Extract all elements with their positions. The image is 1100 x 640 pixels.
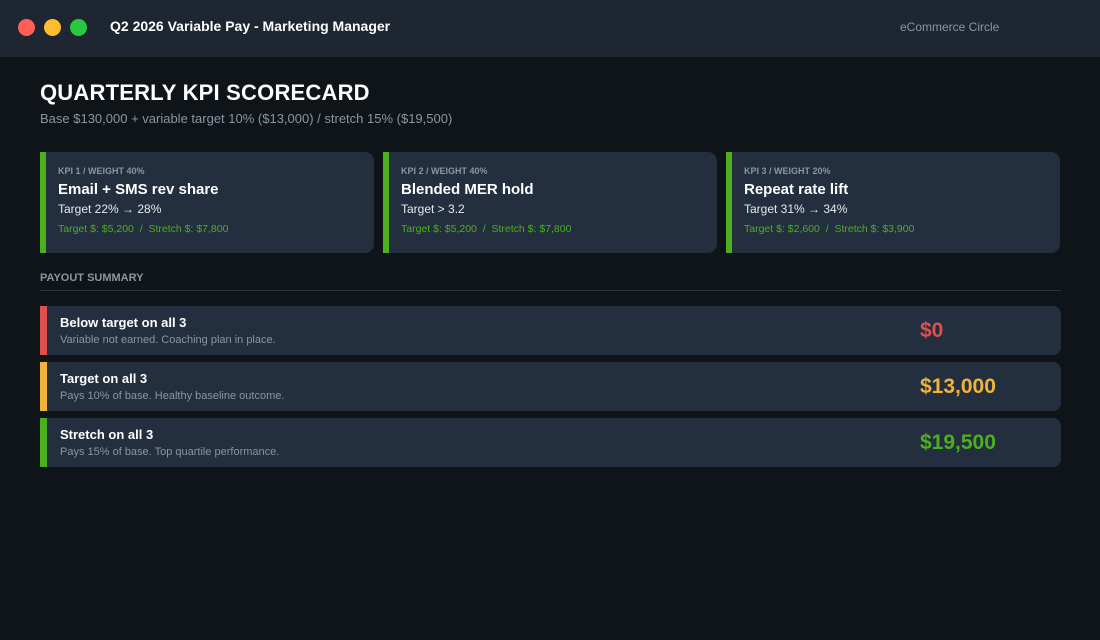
kpi-card-1: KPI 1 / WEIGHT 40% Email + SMS rev share… bbox=[40, 152, 374, 253]
kpi-name: Repeat rate lift bbox=[744, 181, 849, 198]
maximize-window-button[interactable] bbox=[70, 19, 87, 36]
payout-amount: $0 bbox=[920, 319, 944, 342]
kpi-payouts: Target $: $5,200 / Stretch $: $7,800 bbox=[401, 223, 572, 235]
payout-row-stretch: Stretch on all 3 Pays 15% of base. Top q… bbox=[40, 418, 1061, 467]
payout-row-description: Pays 10% of base. Healthy baseline outco… bbox=[60, 390, 285, 402]
minimize-window-button[interactable] bbox=[44, 19, 61, 36]
kpi-target: Target 22% → 28% bbox=[58, 202, 162, 216]
payout-row-description: Pays 15% of base. Top quartile performan… bbox=[60, 446, 280, 458]
kpi-weight: KPI 1 / WEIGHT 40% bbox=[58, 166, 145, 176]
kpi-weight: KPI 3 / WEIGHT 20% bbox=[744, 166, 831, 176]
payout-row-title: Stretch on all 3 bbox=[60, 427, 154, 442]
kpi-payouts: Target $: $2,600 / Stretch $: $3,900 bbox=[744, 223, 915, 235]
kpi-name: Email + SMS rev share bbox=[58, 181, 219, 198]
payout-amount: $13,000 bbox=[920, 375, 996, 398]
close-window-button[interactable] bbox=[18, 19, 35, 36]
payout-row-target: Target on all 3 Pays 10% of base. Health… bbox=[40, 362, 1061, 411]
page-title: QUARTERLY KPI SCORECARD bbox=[40, 80, 370, 105]
section-divider bbox=[40, 290, 1061, 291]
brand-label: eCommerce Circle bbox=[900, 20, 1000, 34]
kpi-target: Target > 3.2 bbox=[401, 202, 465, 216]
payout-summary-heading: PAYOUT SUMMARY bbox=[40, 272, 144, 284]
payout-row-description: Variable not earned. Coaching plan in pl… bbox=[60, 334, 276, 346]
payout-row-below-target: Below target on all 3 Variable not earne… bbox=[40, 306, 1061, 355]
payout-row-title: Below target on all 3 bbox=[60, 315, 187, 330]
kpi-card-3: KPI 3 / WEIGHT 20% Repeat rate lift Targ… bbox=[726, 152, 1060, 253]
kpi-card-2: KPI 2 / WEIGHT 40% Blended MER hold Targ… bbox=[383, 152, 717, 253]
kpi-weight: KPI 2 / WEIGHT 40% bbox=[401, 166, 488, 176]
payout-row-title: Target on all 3 bbox=[60, 371, 148, 386]
payout-amount: $19,500 bbox=[920, 431, 996, 454]
kpi-target: Target 31% → 34% bbox=[744, 202, 848, 216]
page-subtitle: Base $130,000 + variable target 10% ($13… bbox=[40, 111, 453, 126]
window-title: Q2 2026 Variable Pay - Marketing Manager bbox=[110, 18, 391, 34]
kpi-payouts: Target $: $5,200 / Stretch $: $7,800 bbox=[58, 223, 229, 235]
kpi-name: Blended MER hold bbox=[401, 181, 534, 198]
window-titlebar: Q2 2026 Variable Pay - Marketing Manager… bbox=[0, 0, 1100, 57]
